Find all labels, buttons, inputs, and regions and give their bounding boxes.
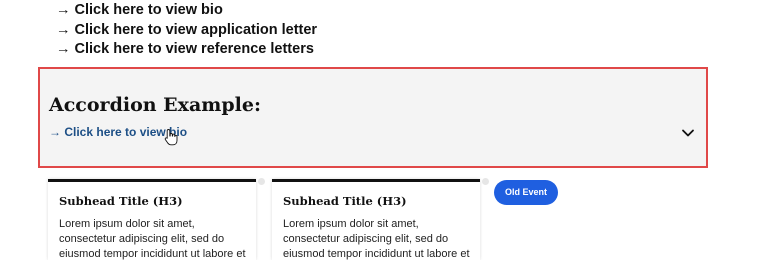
document-links: → Click here to view bio → Click here to…: [56, 1, 317, 60]
view-application-letter-link[interactable]: → Click here to view application letter: [56, 21, 317, 41]
arrow-icon: →: [56, 21, 71, 38]
arrow-icon: →: [56, 41, 71, 57]
accordion: Accordion Example: → Click here to view …: [38, 67, 708, 168]
arrow-icon: →: [56, 2, 71, 18]
card-decoration: [258, 178, 265, 185]
card-decoration: [482, 178, 489, 185]
link-label: Click here to view reference letters: [74, 41, 314, 57]
chevron-down-icon[interactable]: [680, 125, 696, 141]
link-label: Click here to view bio: [74, 2, 223, 18]
card[interactable]: Subhead Title (H3) Lorem ipsum dolor sit…: [48, 178, 265, 260]
view-bio-link[interactable]: → Click here to view bio: [56, 1, 317, 21]
link-label: Click here to view application letter: [74, 21, 318, 38]
page: → Click here to view bio → Click here to…: [0, 0, 780, 260]
card-body: Lorem ipsum dolor sit amet, consectetur …: [283, 218, 470, 260]
card-body: Lorem ipsum dolor sit amet, consectetur …: [59, 218, 246, 260]
arrow-icon: →: [49, 125, 61, 139]
old-event-badge[interactable]: Old Event: [494, 180, 558, 205]
view-reference-letters-link[interactable]: → Click here to view reference letters: [56, 40, 317, 60]
card-title: Subhead Title (H3): [59, 194, 183, 208]
card[interactable]: Subhead Title (H3) Lorem ipsum dolor sit…: [272, 178, 489, 260]
hand-pointer-icon: [164, 129, 178, 146]
card-title: Subhead Title (H3): [283, 194, 407, 208]
accordion-title: Accordion Example:: [49, 94, 261, 116]
